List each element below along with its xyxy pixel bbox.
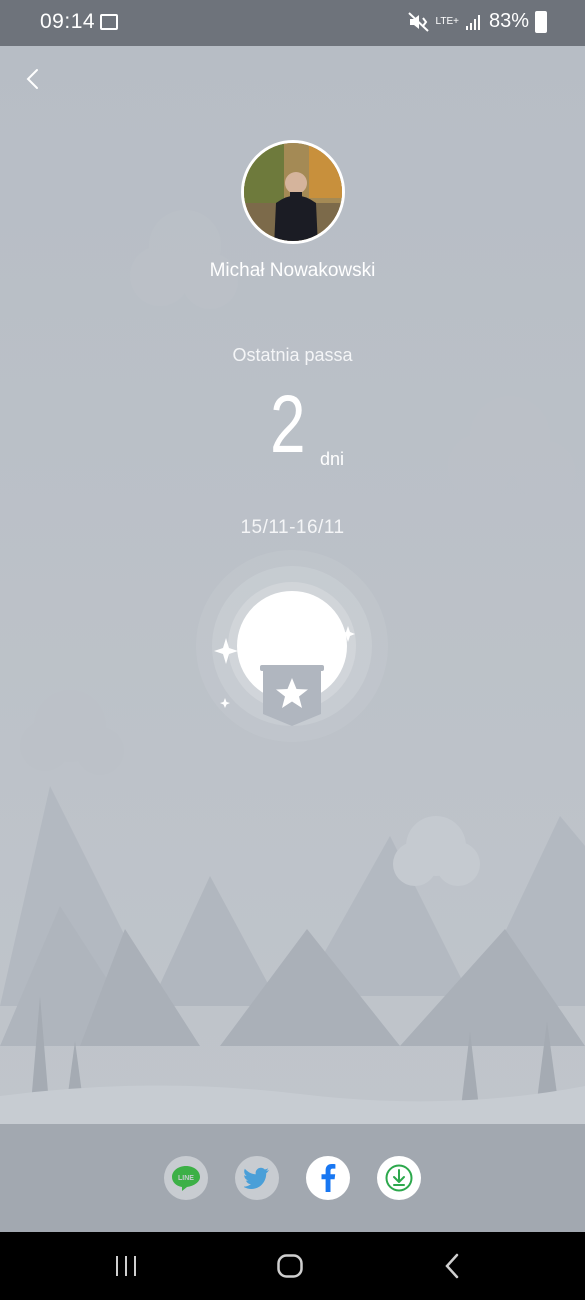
back-icon	[445, 1253, 459, 1279]
status-time: 09:14	[40, 10, 96, 33]
signal-icon	[465, 14, 480, 30]
status-right: LTE+ 83%	[407, 10, 547, 33]
status-bar: 09:14 LTE+ 83%	[0, 0, 585, 46]
download-icon	[385, 1164, 413, 1192]
home-icon	[277, 1254, 303, 1278]
facebook-share-button[interactable]	[306, 1156, 350, 1200]
streak-unit: dni	[320, 449, 345, 469]
twitter-icon	[244, 1167, 269, 1189]
share-bar: LINE	[0, 1124, 585, 1232]
facebook-icon	[321, 1164, 336, 1192]
svg-text:LINE: LINE	[178, 1175, 194, 1182]
avatar	[241, 140, 345, 244]
home-button[interactable]	[270, 1250, 310, 1282]
twitter-share-button[interactable]	[235, 1156, 279, 1200]
streak-screen: Michał Nowakowski Ostatnia passa 2 dni 1…	[0, 46, 585, 1124]
mute-vibrate-icon	[407, 11, 429, 32]
system-nav-bar	[0, 1232, 585, 1300]
recent-apps-icon	[116, 1256, 136, 1276]
user-name: Michał Nowakowski	[209, 260, 376, 281]
streak-label: Ostatnia passa	[232, 345, 353, 365]
recent-apps-button[interactable]	[106, 1250, 146, 1282]
back-button[interactable]	[433, 1250, 473, 1282]
download-button[interactable]	[377, 1156, 421, 1200]
battery-percent: 83%	[488, 10, 529, 32]
image-icon	[100, 14, 118, 30]
network-type: LTE+	[435, 15, 459, 27]
streak-value: 2	[270, 379, 306, 470]
streak-badge	[192, 546, 392, 762]
date-range: 15/11-16/11	[240, 517, 345, 538]
chevron-left-icon[interactable]	[18, 64, 48, 94]
battery-icon	[535, 10, 547, 33]
line-icon: LINE	[172, 1166, 200, 1191]
line-share-button[interactable]: LINE	[164, 1156, 208, 1200]
